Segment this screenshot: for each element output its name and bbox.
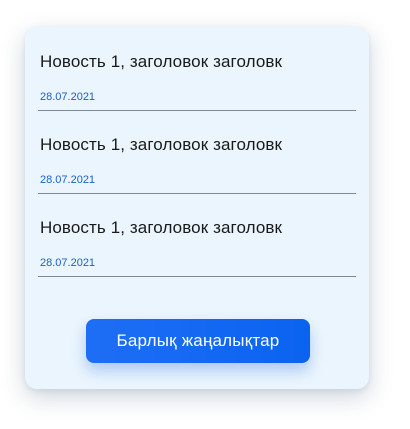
news-title[interactable]: Новость 1, заголовок заголовк: [40, 135, 282, 155]
all-news-button-label: Барлық жаңалықтар: [116, 331, 280, 350]
news-card: Новость 1, заголовок заголовк 28.07.2021…: [25, 27, 369, 389]
news-title[interactable]: Новость 1, заголовок заголовк: [40, 52, 282, 72]
news-item[interactable]: Новость 1, заголовок заголовк 28.07.2021: [38, 193, 356, 277]
news-item[interactable]: Новость 1, заголовок заголовк 28.07.2021: [38, 27, 356, 111]
news-item[interactable]: Новость 1, заголовок заголовк 28.07.2021: [38, 110, 356, 194]
news-date: 28.07.2021: [40, 174, 96, 186]
news-title[interactable]: Новость 1, заголовок заголовк: [40, 218, 282, 238]
all-news-button[interactable]: Барлық жаңалықтар: [86, 319, 310, 363]
news-date: 28.07.2021: [40, 91, 96, 103]
news-date: 28.07.2021: [40, 257, 96, 269]
